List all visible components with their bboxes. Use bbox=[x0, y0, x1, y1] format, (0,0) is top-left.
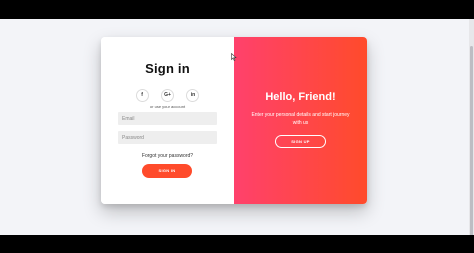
facebook-icon[interactable]: f bbox=[135, 89, 149, 102]
email-field[interactable] bbox=[118, 112, 217, 125]
password-field[interactable] bbox=[118, 131, 217, 144]
signup-button[interactable]: SIGN UP bbox=[275, 135, 326, 148]
signin-panel: Sign in f G+ in or use your account Forg… bbox=[101, 37, 234, 204]
google-plus-icon[interactable]: G+ bbox=[161, 89, 174, 102]
linkedin-icon[interactable]: in bbox=[186, 89, 200, 102]
overlay-title: Hello, Friend! bbox=[265, 91, 336, 103]
overlay-description: Enter your personal details and start jo… bbox=[251, 112, 350, 126]
bottom-letterbox-bar bbox=[0, 235, 474, 253]
account-hint: or use your account bbox=[149, 104, 186, 109]
auth-card: Sign in f G+ in or use your account Forg… bbox=[101, 37, 367, 204]
mouse-cursor-icon bbox=[231, 53, 237, 61]
forgot-password-link[interactable]: Forgot your password? bbox=[101, 153, 234, 159]
signin-button[interactable]: SIGN IN bbox=[142, 164, 192, 178]
social-login-group: f G+ in bbox=[101, 83, 234, 102]
scrollbar-thumb[interactable] bbox=[470, 46, 473, 246]
top-letterbox-bar bbox=[0, 0, 474, 19]
signin-title: Sign in bbox=[145, 61, 190, 76]
scrollbar[interactable] bbox=[469, 19, 474, 246]
overlay-panel: Hello, Friend! Enter your personal detai… bbox=[234, 37, 367, 204]
